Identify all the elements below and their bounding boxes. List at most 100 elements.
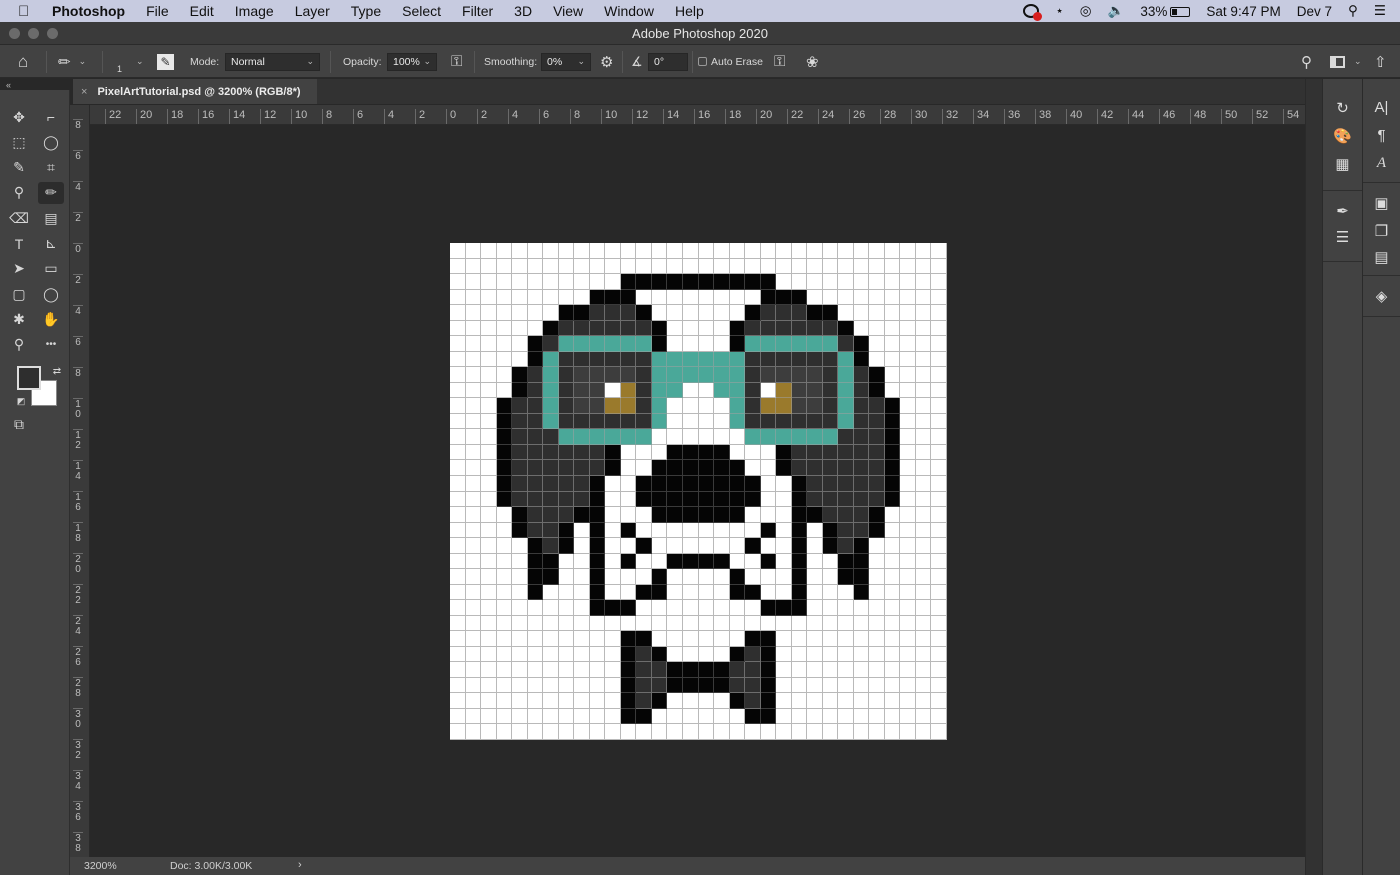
- pixel[interactable]: [915, 336, 932, 352]
- pixel[interactable]: [822, 553, 839, 570]
- pixel[interactable]: [465, 631, 482, 647]
- pixel[interactable]: [838, 522, 854, 539]
- pixel[interactable]: [915, 289, 932, 306]
- pixel[interactable]: [651, 351, 668, 368]
- pixel[interactable]: [915, 475, 932, 492]
- pixel[interactable]: [605, 615, 621, 632]
- pixel[interactable]: [605, 243, 621, 259]
- pixel[interactable]: [931, 538, 947, 554]
- pixel[interactable]: [776, 538, 792, 554]
- pixel[interactable]: [620, 615, 637, 632]
- pixel[interactable]: [605, 382, 621, 399]
- pixel[interactable]: [512, 724, 528, 740]
- pixel[interactable]: [465, 336, 482, 352]
- pixel[interactable]: [915, 646, 932, 663]
- pixel[interactable]: [651, 631, 668, 647]
- pixel[interactable]: [543, 646, 559, 663]
- pixel[interactable]: [776, 351, 792, 368]
- pixel[interactable]: [589, 336, 606, 352]
- pixel[interactable]: [496, 693, 513, 709]
- pixel[interactable]: [838, 398, 854, 414]
- menu-window[interactable]: Window: [604, 3, 654, 19]
- pixel[interactable]: [698, 491, 715, 508]
- pixel[interactable]: [869, 305, 885, 321]
- pixel[interactable]: [776, 382, 792, 399]
- pixel[interactable]: [682, 413, 699, 430]
- pixel[interactable]: [527, 538, 544, 554]
- pixel[interactable]: [900, 429, 916, 445]
- pixel[interactable]: [853, 693, 870, 709]
- pixel[interactable]: [450, 646, 466, 663]
- pixel[interactable]: [931, 258, 947, 275]
- pixel[interactable]: [558, 522, 575, 539]
- pixel[interactable]: [465, 289, 482, 306]
- pixel[interactable]: [931, 693, 947, 709]
- pixel[interactable]: [698, 444, 715, 461]
- pixel[interactable]: [791, 258, 808, 275]
- pixel[interactable]: [900, 553, 916, 570]
- pixel[interactable]: [838, 367, 854, 383]
- pixel[interactable]: [838, 693, 854, 709]
- pixel[interactable]: [807, 693, 823, 709]
- pixel[interactable]: [543, 305, 559, 321]
- pixel[interactable]: [729, 615, 746, 632]
- pixel[interactable]: [574, 600, 590, 616]
- pixel[interactable]: [853, 289, 870, 306]
- pixel[interactable]: [915, 584, 932, 601]
- menu-type[interactable]: Type: [351, 3, 381, 19]
- pixel[interactable]: [651, 677, 668, 694]
- pixel[interactable]: [915, 507, 932, 523]
- pixel[interactable]: [776, 724, 792, 740]
- pixel[interactable]: [574, 631, 590, 647]
- pixel[interactable]: [682, 243, 699, 259]
- pixel[interactable]: [574, 444, 590, 461]
- pixel[interactable]: [543, 274, 559, 290]
- pixel[interactable]: [915, 677, 932, 694]
- search-button[interactable]: ⚲: [1301, 45, 1312, 78]
- pixel[interactable]: [931, 429, 947, 445]
- pixel[interactable]: [900, 320, 916, 337]
- pixel[interactable]: [931, 522, 947, 539]
- libraries-icon[interactable]: ▤: [1363, 248, 1400, 266]
- pixel[interactable]: [682, 646, 699, 663]
- pixel[interactable]: [636, 569, 652, 585]
- pixel[interactable]: [589, 398, 606, 414]
- pixel[interactable]: [667, 460, 683, 476]
- pixel[interactable]: [465, 553, 482, 570]
- pixel[interactable]: [682, 600, 699, 616]
- pixel[interactable]: [729, 305, 746, 321]
- pixel[interactable]: [558, 615, 575, 632]
- pixel[interactable]: [574, 615, 590, 632]
- pixel[interactable]: [667, 398, 683, 414]
- pixel[interactable]: [543, 724, 559, 740]
- pixel[interactable]: [465, 444, 482, 461]
- pixel[interactable]: [869, 460, 885, 476]
- pixel[interactable]: [884, 413, 901, 430]
- pixel[interactable]: [682, 507, 699, 523]
- pixel[interactable]: [900, 274, 916, 290]
- pixel[interactable]: [651, 538, 668, 554]
- pixel[interactable]: [822, 646, 839, 663]
- pixel[interactable]: [450, 569, 466, 585]
- pixel[interactable]: [527, 631, 544, 647]
- pixel[interactable]: [496, 258, 513, 275]
- pixel[interactable]: [543, 615, 559, 632]
- pixel[interactable]: [558, 677, 575, 694]
- pixel[interactable]: [667, 538, 683, 554]
- pixel[interactable]: [558, 507, 575, 523]
- pixel[interactable]: [869, 553, 885, 570]
- pixel[interactable]: [496, 708, 513, 725]
- pixel[interactable]: [543, 367, 559, 383]
- pixel[interactable]: [931, 305, 947, 321]
- pixel[interactable]: [512, 475, 528, 492]
- pixel[interactable]: [682, 662, 699, 678]
- pixel[interactable]: [512, 429, 528, 445]
- pixel[interactable]: [589, 258, 606, 275]
- pixel[interactable]: [450, 305, 466, 321]
- pixel[interactable]: [915, 274, 932, 290]
- pixel[interactable]: [698, 258, 715, 275]
- pixel[interactable]: [745, 336, 761, 352]
- pixel[interactable]: [698, 553, 715, 570]
- pixel[interactable]: [931, 631, 947, 647]
- pixel[interactable]: [558, 631, 575, 647]
